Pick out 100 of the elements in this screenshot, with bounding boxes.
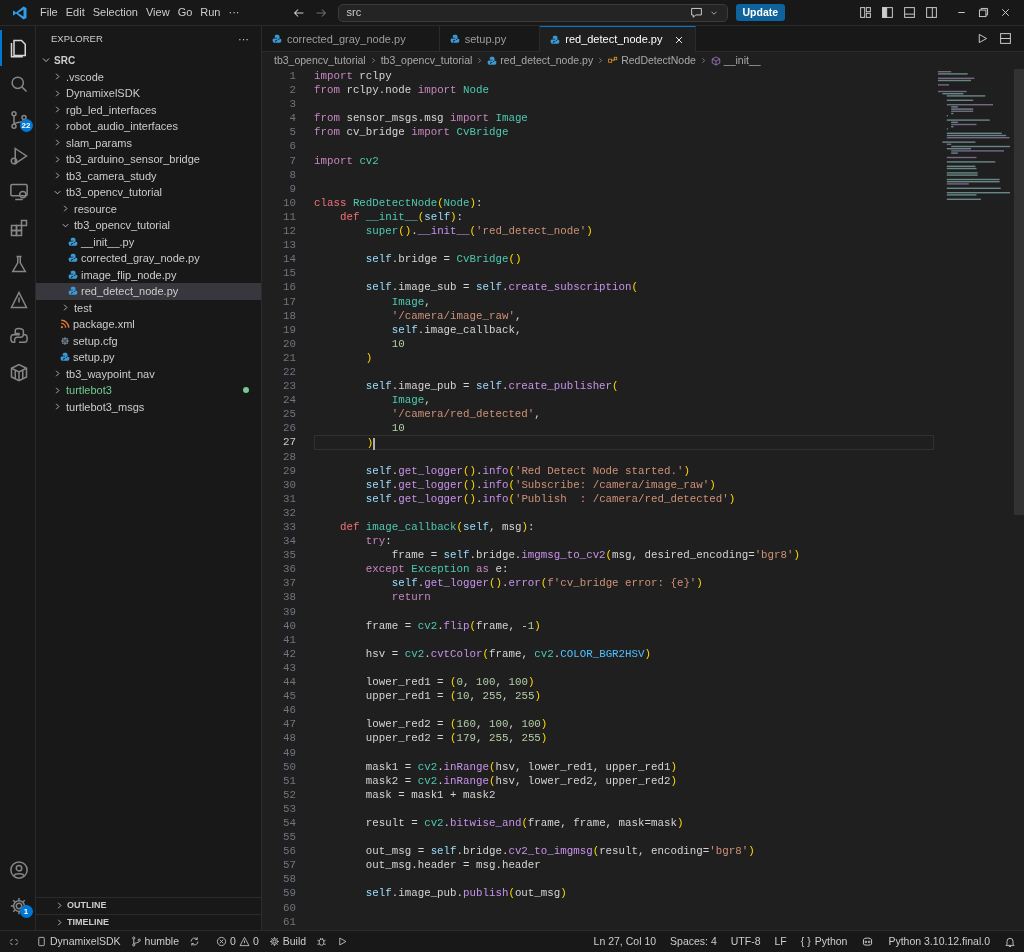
line-number: 30 (282, 477, 296, 492)
python-file-icon (449, 34, 460, 44)
menu-item[interactable]: Run (196, 4, 225, 21)
code-line: try: (364, 534, 393, 549)
tree-item[interactable]: resource (36, 200, 261, 217)
tree-item[interactable]: __init__.py (36, 233, 261, 250)
close-icon[interactable] (999, 6, 1012, 19)
menu-item[interactable]: File (36, 4, 62, 21)
line-number: 27 (282, 435, 296, 450)
tree-item[interactable]: setup.cfg (36, 332, 261, 349)
status-item[interactable]: Ln 27, Col 10 (593, 933, 657, 950)
tree-item[interactable]: red_detect_node.py (36, 283, 261, 300)
restore-icon[interactable] (977, 6, 990, 19)
tree-item[interactable]: test (36, 299, 261, 316)
code-line: out_msg = self.bridge.cv2_to_imgmsg(result, encoding='bgr8') (364, 844, 756, 859)
tree-item[interactable]: turtlebot3_msgs (36, 398, 261, 415)
search-field[interactable]: src (337, 3, 728, 22)
line-number: 7 (288, 153, 296, 168)
line-number: 23 (282, 379, 296, 394)
code-line: '/camera/red_detected', (390, 407, 542, 422)
line-number: 20 (282, 336, 296, 351)
error-icon (216, 936, 228, 947)
breadcrumb-item[interactable]: tb3_opencv_tutorial (274, 52, 366, 69)
split-editor-icon[interactable] (999, 32, 1012, 45)
copilot-icon[interactable] (861, 935, 875, 948)
run-icon[interactable] (976, 32, 989, 45)
tree-item[interactable]: rgb_led_interfaces (36, 101, 261, 118)
panel-header[interactable]: OUTLINE (36, 897, 261, 914)
line-number: 14 (282, 252, 296, 267)
bell-icon[interactable] (1004, 935, 1016, 948)
menu-item[interactable]: Go (173, 4, 197, 21)
breadcrumb-item[interactable]: red_detect_node.py (500, 52, 594, 69)
breadcrumb-item[interactable]: RedDetectNode (621, 52, 696, 69)
tree-item[interactable]: .vscode (36, 68, 261, 85)
rss-file-icon (60, 319, 70, 330)
update-button[interactable]: Update (735, 4, 786, 21)
line-number: 9 (288, 181, 296, 196)
tree-item[interactable]: setup.py (36, 349, 261, 366)
tree-item[interactable]: robot_audio_interfaces (36, 118, 261, 135)
status-item[interactable]: Spaces: 4 (670, 933, 717, 950)
breadcrumb-item[interactable]: __init__ (723, 52, 761, 69)
status-item[interactable]: humble (130, 933, 180, 950)
line-number: 38 (282, 590, 296, 605)
problems-status[interactable]: 0 0 (216, 933, 259, 950)
editor-tab[interactable]: red_detect_node.py (540, 26, 697, 52)
menu-item[interactable]: ··· (224, 4, 244, 21)
activity-bar-item[interactable]: 22 (0, 102, 36, 138)
tree-item[interactable]: package.xml (36, 316, 261, 333)
method-icon (710, 55, 721, 66)
code-line: 10 (390, 336, 406, 351)
line-number: 12 (282, 224, 296, 239)
line-number: 61 (282, 914, 296, 929)
tree-item[interactable]: tb3_opencv_tutorial (36, 217, 261, 234)
code-line: from cv_bridge import CvBridge (314, 125, 510, 140)
menu-item[interactable]: View (141, 4, 174, 21)
status-item[interactable]: DynamixelSDK (36, 933, 121, 950)
tree-section-header[interactable]: SRC (36, 52, 261, 69)
code-line: Image, (390, 294, 432, 309)
more-actions-button[interactable]: ··· (238, 30, 249, 48)
python-file-icon (68, 236, 78, 247)
line-number: 31 (282, 491, 296, 506)
python-file-icon (68, 286, 78, 297)
device-icon (36, 936, 47, 947)
line-number: 21 (282, 350, 296, 365)
bug-icon[interactable] (316, 936, 328, 947)
line-number: 15 (282, 266, 296, 281)
secondary-sidebar-icon[interactable] (925, 6, 938, 19)
line-number: 11 (282, 209, 296, 225)
panel-toggle-icon[interactable] (903, 6, 916, 19)
status-item[interactable]: UTF-8 (730, 933, 761, 950)
tree-item[interactable]: corrected_gray_node.py (36, 250, 261, 267)
play-icon[interactable] (337, 936, 349, 947)
sidebar-toggle-icon[interactable] (881, 6, 894, 19)
menu-item[interactable]: Selection (88, 4, 142, 21)
tree-item[interactable]: tb3_waypoint_nav (36, 365, 261, 382)
chat-icon[interactable] (689, 6, 703, 19)
package-box-icon (8, 362, 29, 382)
tree-item[interactable]: slam_params (36, 134, 261, 151)
python-file-icon (272, 34, 282, 44)
layout-icon[interactable] (859, 6, 872, 19)
tree-item[interactable]: DynamixelSDK (36, 85, 261, 102)
tree-item[interactable]: image_flip_node.py (36, 266, 261, 283)
tree-item[interactable]: tb3_arduino_sensor_bridge (36, 151, 261, 168)
activity-bar-item[interactable]: 1 (0, 888, 36, 924)
editor-tab[interactable]: corrected_gray_node.py (262, 26, 440, 52)
tree-item[interactable]: tb3_opencv_tutorial (36, 184, 261, 201)
menu-item[interactable]: Edit (61, 4, 89, 21)
line-number: 16 (282, 280, 296, 295)
line-number: 46 (282, 703, 296, 718)
status-item[interactable]: Python 3.10.12.final.0 (888, 933, 990, 950)
line-number: 2 (288, 83, 296, 98)
sync-icon[interactable] (189, 936, 201, 947)
build-status[interactable]: Build (268, 933, 307, 950)
tree-item[interactable]: turtlebot3 (36, 382, 261, 399)
breadcrumb-item[interactable]: tb3_opencv_tutorial (380, 52, 473, 69)
tree-item[interactable]: tb3_camera_study (36, 167, 261, 184)
code-line: class RedDetectNode(Node): (314, 195, 484, 210)
status-item[interactable]: LF (774, 933, 787, 950)
line-number: 53 (282, 801, 296, 816)
language-status[interactable]: { } Python (800, 933, 848, 950)
